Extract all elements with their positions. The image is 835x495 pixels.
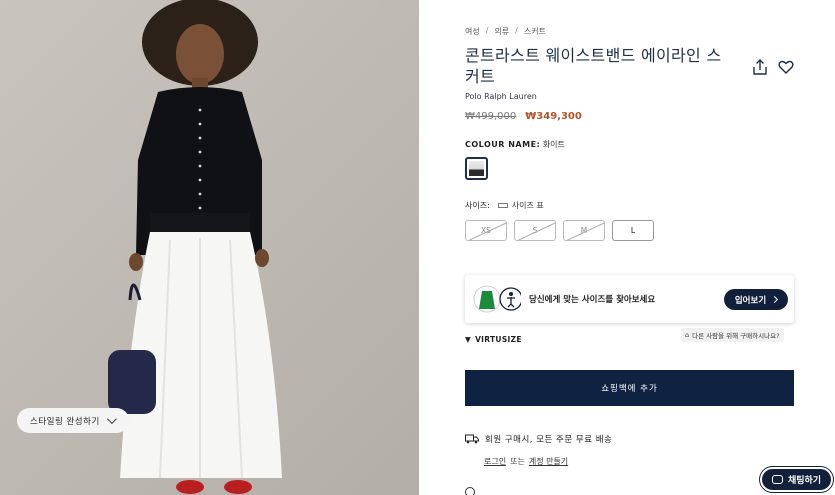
buying-for-others-label: 다른 사람을 위해 구매하시나요? [692,332,780,340]
location-pin-icon [462,484,478,495]
chevron-down-icon [106,414,117,425]
buying-for-others-link[interactable]: ⌂ 다른 사람을 위해 구매하시나요? [681,328,784,342]
virtusize-prompt: 당신에게 맞는 사이즈를 찾아보세요 [529,295,656,305]
colour-swatch-white[interactable] [465,157,488,180]
virtusize-widget[interactable]: 당신에게 맞는 사이즈를 찾아보세요 입어보기 [465,275,794,323]
original-price: ₩499,000 [465,111,517,122]
share-icon[interactable] [752,59,768,75]
chat-button[interactable]: 채팅하기 [760,467,833,492]
wishlist-heart-icon[interactable] [778,59,794,75]
colour-name-row: COLOUR NAME: 화이트 [465,139,565,150]
size-option-m[interactable]: M [563,220,605,241]
virtusize-v-icon: ▼ [465,335,472,344]
sale-price: ₩349,300 [525,111,582,122]
brand-name[interactable]: Polo Ralph Lauren [465,92,537,101]
styling-complete-button[interactable]: 스타일링 완성하기 [17,408,129,433]
virtusize-logo: ▼ VIRTUSIZE [465,335,522,344]
size-option-l[interactable]: L [612,220,654,241]
truck-icon [465,434,479,444]
chat-label: 채팅하기 [787,476,822,486]
size-chart-link[interactable]: 사이즈 표 [497,200,544,211]
free-shipping-row: 회원 구매시, 모든 주문 무료 배송 [465,433,612,445]
size-label: 사이즈: [465,201,490,210]
add-to-bag-button[interactable]: 쇼핑백에 추가 [465,370,794,406]
login-link[interactable]: 로그인 [484,456,506,467]
virtusize-garment-icon [473,285,521,313]
breadcrumb-separator: / [485,26,489,35]
size-options: XS S M L [465,220,654,241]
product-image[interactable]: 스타일링 완성하기 [0,0,419,495]
create-account-link[interactable]: 계정 만들기 [529,456,568,467]
breadcrumb: 여성 / 의류 / 스커트 [465,26,546,37]
size-chart-label: 사이즈 표 [511,201,544,210]
login-or-label: 또는 [510,457,525,466]
gift-icon: ⌂ [685,331,690,339]
ruler-icon [497,203,508,208]
colour-label: COLOUR NAME: [465,140,541,149]
breadcrumb-separator: / [515,26,518,35]
size-label-row: 사이즈: 사이즈 표 [465,200,544,211]
colour-value: 화이트 [542,140,565,149]
try-on-label: 입어보기 [734,295,767,306]
breadcrumb-skirts[interactable]: 스커트 [524,26,546,37]
product-details-panel: 여성 / 의류 / 스커트 콘트라스트 웨이스트밴드 에이라인 스커트 Polo… [462,0,795,495]
free-shipping-label: 회원 구매시, 모든 주문 무료 배송 [485,435,613,445]
breadcrumb-women[interactable]: 여성 [465,26,480,37]
login-prompt: 로그인 또는 계정 만들기 [484,456,568,467]
chevron-right-icon [771,295,779,304]
price-block: ₩499,000 ₩349,300 [465,111,582,122]
product-title: 콘트라스트 웨이스트밴드 에이라인 스커트 [465,46,722,86]
chat-bubble-icon [771,475,783,484]
size-option-xs[interactable]: XS [465,220,507,241]
virtusize-brand-label: VIRTUSIZE [475,335,522,344]
breadcrumb-clothing[interactable]: 의류 [494,26,509,37]
swatch-thumbnail [469,161,484,176]
size-option-s[interactable]: S [514,220,556,241]
styling-complete-label: 스타일링 완성하기 [30,416,100,427]
try-on-button[interactable]: 입어보기 [724,289,788,310]
